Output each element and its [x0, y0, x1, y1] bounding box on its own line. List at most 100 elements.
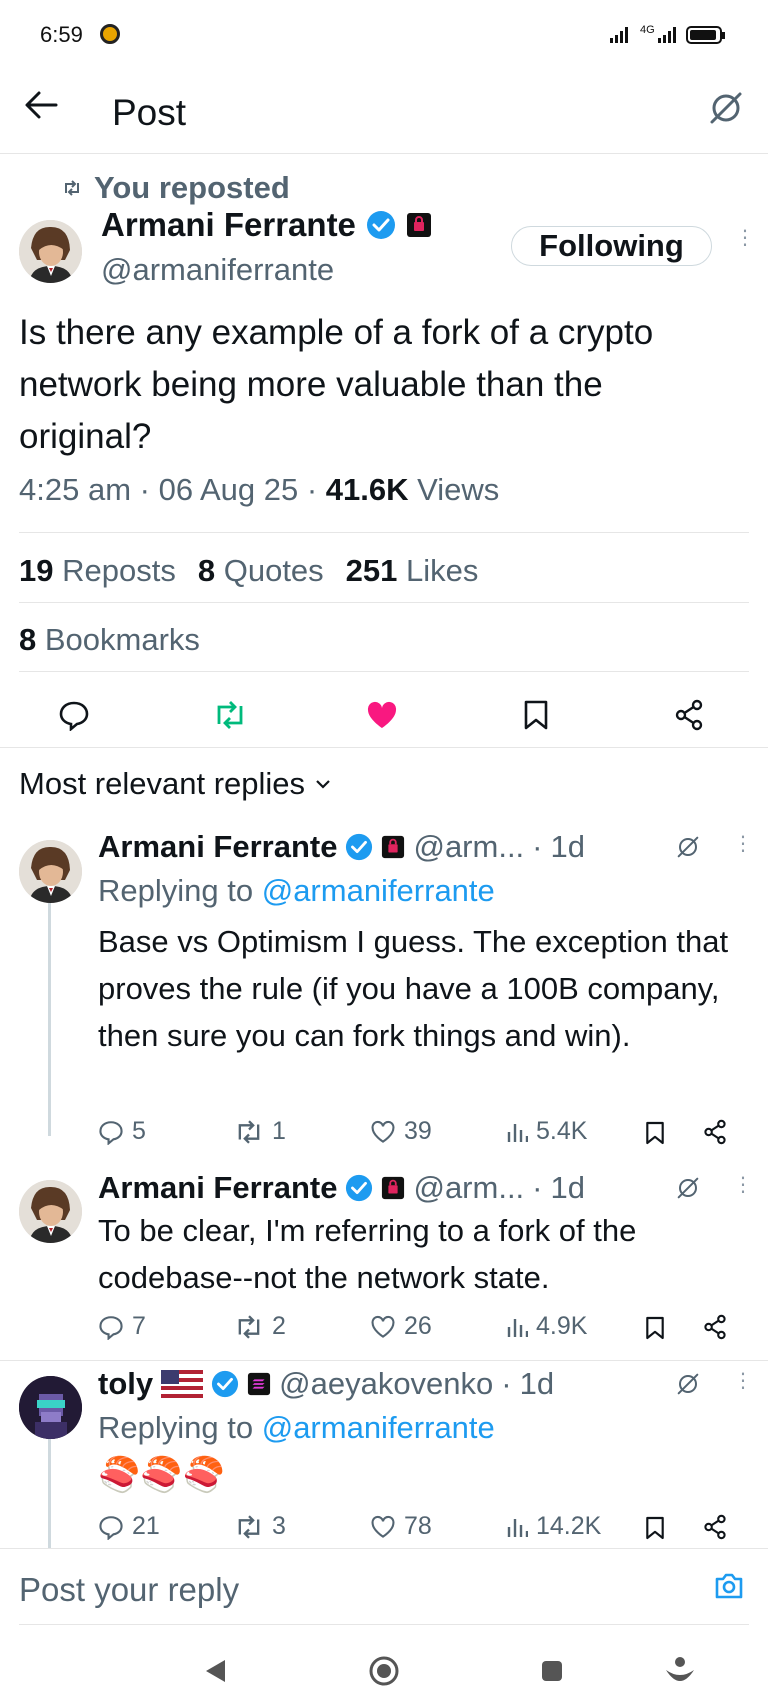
replying-to: Replying to @armaniferrante	[98, 1410, 495, 1446]
bookmark-icon[interactable]	[645, 1515, 665, 1541]
affiliate-badge-icon	[406, 212, 432, 238]
page-title: Post	[112, 92, 187, 133]
views-count: 41.6K	[325, 472, 409, 507]
reply-action[interactable]: 7	[98, 1312, 146, 1341]
replying-prefix: Replying to	[98, 1410, 254, 1445]
section-divider	[0, 747, 768, 748]
system-nav-bar	[0, 1630, 768, 1707]
nav-back-icon[interactable]	[203, 1658, 227, 1684]
like-count: 39	[404, 1117, 432, 1145]
battery-icon	[686, 26, 722, 44]
repost-action[interactable]: 3	[234, 1512, 286, 1541]
avatar[interactable]	[19, 1376, 82, 1439]
post-more-icon[interactable]: ⋮	[735, 228, 755, 248]
reply-more-icon[interactable]: ⋮	[733, 1371, 753, 1391]
repost-action[interactable]: 1	[234, 1117, 286, 1146]
thread-line	[48, 870, 51, 1136]
likes-count: 251	[345, 553, 398, 588]
quotes-stat[interactable]: 8 Quotes	[198, 553, 324, 589]
like-action[interactable]: 26	[370, 1312, 432, 1341]
likes-stat[interactable]: 251 Likes	[346, 553, 479, 589]
verified-badge-icon	[366, 210, 396, 240]
author-name[interactable]: Armani Ferrante	[101, 206, 356, 244]
affiliate-badge-icon	[381, 835, 405, 859]
reposts-count: 19	[19, 553, 54, 588]
views-count: 4.9K	[536, 1312, 588, 1340]
repost-count: 2	[272, 1312, 286, 1340]
reply-actions: 7 2 26 4.9K	[98, 1312, 738, 1346]
reply-age: 1d	[550, 1170, 585, 1205]
following-button[interactable]: Following	[511, 226, 712, 266]
reply-action[interactable]: 5	[98, 1117, 146, 1146]
bookmark-icon[interactable]	[645, 1120, 665, 1146]
camera-icon[interactable]	[713, 1571, 745, 1601]
repost-label: You reposted	[94, 170, 290, 205]
chevron-down-icon	[315, 778, 331, 790]
reply-composer: Post your reply	[0, 1548, 768, 1628]
share-icon[interactable]	[703, 1314, 727, 1340]
notification-app-icon	[100, 24, 120, 44]
reply-count: 21	[132, 1512, 160, 1540]
repost-count: 1	[272, 1117, 286, 1145]
reply-handle[interactable]: @arm...	[413, 1170, 524, 1206]
reply-text: To be clear, I'm referring to a fork of …	[98, 1213, 637, 1295]
nav-assistant-icon[interactable]	[664, 1654, 696, 1688]
reply-handle[interactable]: @arm...	[413, 829, 524, 865]
bookmark-icon[interactable]	[645, 1315, 665, 1341]
reply-handle[interactable]: @aeyakovenko	[279, 1366, 493, 1402]
post-meta: 4:25 am · 06 Aug 25 · 41.6K Views	[19, 472, 499, 508]
bookmark-icon[interactable]	[523, 699, 549, 731]
reply-header: Armani Ferrante @arm... · 1d	[98, 829, 585, 865]
reply-input[interactable]: Post your reply	[19, 1571, 239, 1609]
reply-author-name[interactable]: Armani Ferrante	[98, 829, 337, 865]
grok-icon[interactable]	[708, 90, 744, 126]
bookmarks-stat[interactable]: 8 Bookmarks	[19, 622, 200, 658]
repost-action[interactable]: 2	[234, 1312, 286, 1341]
replying-to-handle[interactable]: @armaniferrante	[262, 873, 495, 908]
grok-icon[interactable]	[676, 1372, 700, 1396]
avatar[interactable]	[19, 1180, 82, 1243]
reply-author-name[interactable]: toly	[98, 1366, 153, 1402]
reply-count: 7	[132, 1312, 146, 1340]
nav-home-icon[interactable]	[368, 1655, 400, 1687]
share-icon[interactable]	[703, 1514, 727, 1540]
avatar[interactable]	[19, 840, 82, 903]
reply-more-icon[interactable]: ⋮	[733, 834, 753, 854]
reply-icon[interactable]	[58, 699, 90, 731]
avatar[interactable]	[19, 220, 82, 283]
grok-icon[interactable]	[676, 1176, 700, 1200]
like-count: 26	[404, 1312, 432, 1340]
views-action[interactable]: 14.2K	[506, 1512, 601, 1541]
post-time: 4:25 am	[19, 472, 132, 507]
status-bar: 6:59 4G	[0, 0, 768, 60]
grok-icon[interactable]	[676, 835, 700, 859]
views-label: Views	[417, 472, 500, 507]
reply-action[interactable]: 21	[98, 1512, 160, 1541]
reply-separator: ·	[532, 829, 543, 864]
views-action[interactable]: 5.4K	[506, 1117, 587, 1146]
bookmarks-count: 8	[19, 622, 37, 657]
repost-count: 3	[272, 1512, 286, 1540]
replying-to-handle[interactable]: @armaniferrante	[262, 1410, 495, 1445]
share-icon[interactable]	[703, 1119, 727, 1145]
replies-sort-selector[interactable]: Most relevant replies	[19, 766, 331, 802]
share-icon[interactable]	[674, 699, 704, 731]
like-action[interactable]: 39	[370, 1117, 432, 1146]
reply-header: toly @aeyakovenko · 1d	[98, 1366, 554, 1402]
reposts-stat[interactable]: 19 Reposts	[19, 553, 176, 589]
quotes-label: Quotes	[223, 553, 324, 588]
reply-author-name[interactable]: Armani Ferrante	[98, 1170, 337, 1206]
nav-recents-icon[interactable]	[540, 1659, 564, 1683]
repost-icon[interactable]	[212, 700, 248, 730]
bookmarks-label: Bookmarks	[44, 622, 200, 657]
author-handle[interactable]: @armaniferrante	[101, 252, 334, 288]
back-arrow-icon[interactable]	[24, 90, 58, 120]
reply-separator: ·	[532, 1170, 543, 1205]
reposts-label: Reposts	[62, 553, 176, 588]
like-icon[interactable]	[366, 700, 398, 730]
reply-age: 1d	[550, 829, 585, 864]
top-app-bar: Post	[0, 60, 768, 154]
like-action[interactable]: 78	[370, 1512, 432, 1541]
views-action[interactable]: 4.9K	[506, 1312, 587, 1341]
reply-more-icon[interactable]: ⋮	[733, 1175, 753, 1195]
